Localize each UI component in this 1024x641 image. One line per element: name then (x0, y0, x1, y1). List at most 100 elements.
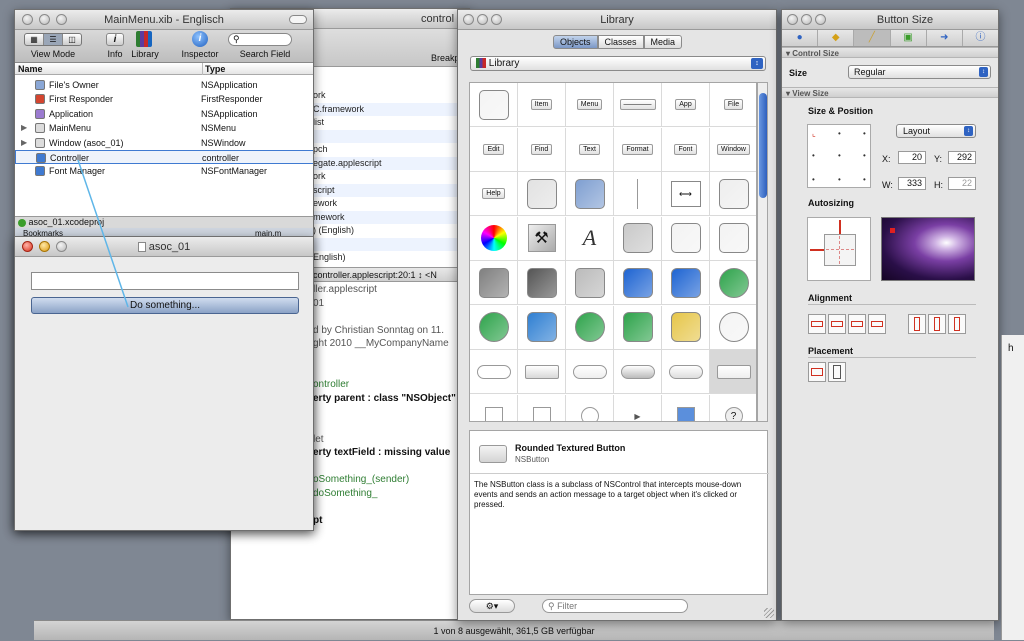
library-cell[interactable] (470, 261, 518, 305)
library-cell[interactable] (710, 306, 756, 350)
library-cell[interactable]: ▶ (614, 394, 662, 421)
close-icon[interactable] (463, 14, 474, 25)
tab-objects[interactable]: Objects (553, 35, 598, 49)
library-cell[interactable] (566, 350, 614, 394)
center-horizontal-button[interactable] (808, 362, 826, 382)
library-cell[interactable]: Help (470, 172, 518, 216)
connections-tab-icon[interactable]: ➜ (927, 30, 963, 46)
library-cell[interactable]: Item (518, 83, 566, 127)
align-button[interactable] (808, 314, 826, 334)
library-cell[interactable]: ———— (614, 83, 662, 127)
x-field[interactable]: 20 (898, 151, 926, 164)
autosizing-horizontal-spring[interactable] (826, 249, 854, 250)
rounded-rect-button-icon (572, 364, 607, 379)
library-cell[interactable] (566, 172, 614, 216)
library-cell[interactable] (710, 261, 756, 305)
library-cell[interactable] (710, 217, 756, 261)
help-button-icon: ? (724, 407, 743, 421)
tab-media[interactable]: Media (643, 35, 683, 49)
alignment-label: Alignment (808, 293, 852, 303)
action-gear-button[interactable]: ⚙▾ (469, 599, 515, 613)
zoom-icon[interactable] (491, 14, 502, 25)
library-cell[interactable] (614, 172, 662, 216)
library-cell[interactable]: Format (614, 127, 662, 172)
library-cell[interactable]: App (662, 83, 710, 127)
identity-tab-icon[interactable]: ⓘ (963, 30, 998, 46)
library-cell[interactable]: Font (662, 127, 710, 172)
autosizing-control[interactable] (807, 217, 871, 281)
library-cell[interactable]: File (710, 83, 756, 127)
tab-classes[interactable]: Classes (597, 35, 644, 49)
library-cell[interactable] (518, 350, 566, 394)
library-cell[interactable] (662, 216, 710, 261)
size-tab-icon[interactable]: ╱ (854, 30, 891, 46)
library-cell[interactable] (518, 305, 566, 350)
control-size-section[interactable]: ▾ Control Size (782, 47, 998, 58)
library-cell[interactable] (662, 394, 710, 421)
library-cell[interactable]: Edit (470, 127, 518, 172)
h-field[interactable]: 22 (948, 177, 976, 190)
w-field[interactable]: 333 (898, 177, 926, 190)
autosizing-top-strut[interactable] (839, 220, 841, 234)
align-button[interactable] (828, 314, 846, 334)
attributes-tab-icon[interactable]: ● (782, 30, 819, 46)
align-button[interactable] (928, 314, 946, 334)
view-size-section[interactable]: ▾ View Size (782, 87, 998, 98)
library-cell[interactable] (518, 172, 566, 216)
library-cell[interactable] (566, 305, 614, 350)
resize-grip-icon[interactable] (764, 608, 774, 618)
layout-popup[interactable]: Layout ↕ (896, 124, 976, 138)
library-cell[interactable] (614, 261, 662, 305)
library-cell[interactable] (566, 394, 614, 421)
library-cell[interactable] (470, 216, 518, 261)
grid-scrollbar[interactable] (757, 82, 768, 422)
library-cell[interactable] (470, 83, 518, 127)
bindings-tab-icon[interactable]: ▣ (891, 30, 927, 46)
library-cell[interactable]: Menu (566, 83, 614, 127)
origin-marker-icon[interactable]: ⌞ (812, 129, 816, 138)
library-cell[interactable] (470, 305, 518, 350)
library-cell[interactable] (518, 394, 566, 421)
library-cell[interactable]: A (566, 216, 614, 261)
minimize-icon[interactable] (477, 14, 488, 25)
grid-scroll-thumb[interactable] (759, 93, 767, 198)
menu-button: Menu (576, 99, 603, 110)
y-field[interactable]: 292 (948, 151, 976, 164)
library-cell[interactable]: Text (566, 127, 614, 172)
library-title: Library (600, 14, 634, 26)
autosizing-vertical-spring[interactable] (839, 236, 840, 264)
align-button[interactable] (948, 314, 966, 334)
library-cell[interactable] (662, 261, 710, 305)
align-button[interactable] (868, 314, 886, 334)
library-cell[interactable] (614, 216, 662, 261)
textured-window-icon (478, 267, 509, 298)
library-cell[interactable]: Find (518, 127, 566, 172)
size-popup[interactable]: Regular ↕ (848, 65, 991, 79)
minimize-icon[interactable] (801, 14, 812, 25)
zoom-icon[interactable] (815, 14, 826, 25)
library-cell[interactable]: ? (710, 395, 756, 421)
library-cell[interactable] (470, 394, 518, 421)
align-button[interactable] (848, 314, 866, 334)
library-cell[interactable]: Window (710, 128, 756, 172)
close-icon[interactable] (787, 14, 798, 25)
origin-grid[interactable]: ⌞ • • • • • • • • (807, 124, 871, 188)
library-cell[interactable] (662, 305, 710, 350)
filter-input[interactable]: ⚲ Filter (542, 599, 688, 613)
horizontal-split-icon: ⟷ (670, 180, 701, 207)
library-cell[interactable] (710, 350, 756, 394)
library-cell[interactable] (518, 261, 566, 305)
library-cell[interactable] (566, 261, 614, 305)
library-cell[interactable] (614, 305, 662, 350)
autosizing-left-strut[interactable] (810, 249, 824, 251)
library-cell[interactable] (710, 172, 756, 216)
center-vertical-button[interactable] (828, 362, 846, 382)
library-popup[interactable]: Library ↕ (470, 56, 766, 71)
library-cell[interactable] (662, 350, 710, 394)
library-cell[interactable] (470, 350, 518, 394)
align-button[interactable] (908, 314, 926, 334)
library-cell[interactable] (614, 350, 662, 394)
library-cell[interactable]: ⟷ (662, 172, 710, 216)
library-cell[interactable]: ⚒ (518, 216, 566, 261)
effects-tab-icon[interactable]: ◆ (818, 30, 855, 46)
